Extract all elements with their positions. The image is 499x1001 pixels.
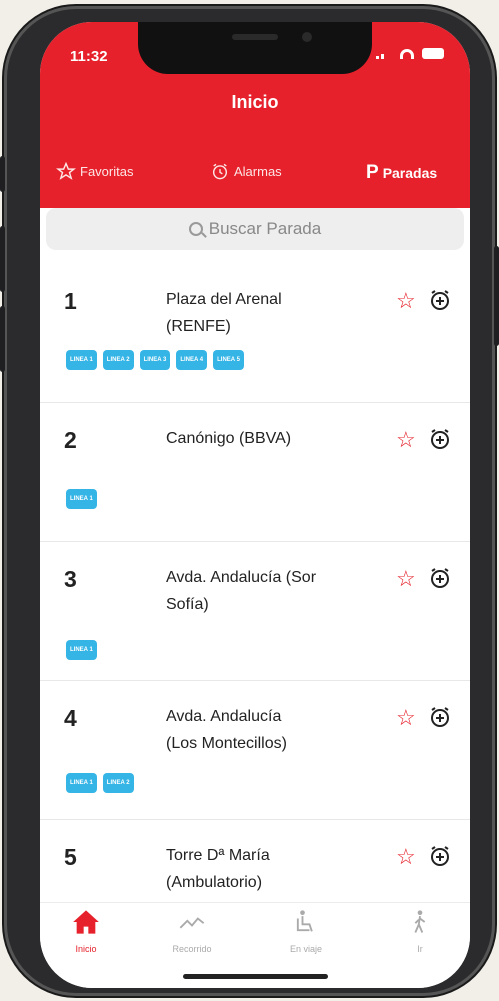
line-badges: LINEA 1 LINEA 2 — [66, 773, 134, 793]
camera — [302, 32, 312, 42]
nav-recorrido[interactable]: Recorrido — [152, 909, 232, 954]
seated-passenger-icon — [296, 910, 313, 932]
stop-row[interactable]: 3 Avda. Andalucía (Sor Sofía) ☆ LINEA 1 — [40, 542, 470, 681]
stop-number: 3 — [64, 566, 77, 592]
stop-row[interactable]: 2 Canónigo (BBVA) ☆ LINEA 1 — [40, 403, 470, 542]
favorite-star-icon[interactable]: ☆ — [396, 844, 416, 870]
nav-ir[interactable]: Ir — [380, 909, 460, 954]
tab-alarmas[interactable]: Alarmas — [210, 162, 282, 181]
line-badge[interactable]: LINEA 3 — [139, 350, 171, 370]
nav-inicio-label: Inicio — [75, 944, 97, 954]
line-badge[interactable]: LINEA 1 — [66, 773, 97, 793]
battery-icon — [422, 48, 444, 59]
line-badges: LINEA 1 — [66, 489, 97, 509]
line-badge[interactable]: LINEA 2 — [102, 773, 134, 793]
tab-favoritas-label: Favoritas — [80, 164, 134, 179]
speaker — [232, 34, 278, 40]
home-indicator[interactable] — [183, 974, 328, 979]
line-badges: LINEA 1 — [66, 640, 97, 660]
line-badges: LINEA 1 LINEA 2 LINEA 3 LINEA 4 LINEA 5 — [66, 350, 244, 370]
search-input[interactable]: Buscar Parada — [46, 208, 464, 250]
search-placeholder: Buscar Parada — [208, 219, 322, 238]
parking-p-icon: P — [366, 162, 379, 183]
favorite-star-icon[interactable]: ☆ — [396, 566, 416, 592]
tab-paradas-label: Paradas — [382, 165, 438, 181]
stop-name: Plaza del Arenal (RENFE) — [166, 291, 282, 335]
status-time: 11:32 — [70, 48, 108, 65]
add-alarm-icon[interactable] — [428, 566, 452, 590]
nav-inicio[interactable]: Inicio — [46, 909, 126, 954]
line-badge[interactable]: LINEA 1 — [66, 640, 97, 660]
app-screen: 11:32 Inicio Favoritas Alarmas P Paradas… — [40, 22, 470, 988]
nav-recorrido-label: Recorrido — [172, 944, 212, 954]
tab-alarmas-label: Alarmas — [234, 164, 282, 179]
tab-bar: Favoritas Alarmas P Paradas — [40, 162, 470, 192]
status-icons — [376, 48, 444, 59]
tab-paradas[interactable]: P Paradas — [366, 162, 437, 184]
stop-row[interactable]: 4 Avda. Andalucía (Los Montecillos) ☆ LIN… — [40, 681, 470, 820]
add-alarm-icon[interactable] — [428, 705, 452, 729]
star-outline-icon — [56, 162, 76, 180]
volume-down-button — [0, 306, 5, 372]
stop-number: 4 — [64, 705, 77, 731]
nav-en-viaje-label: En viaje — [289, 944, 323, 954]
add-alarm-icon[interactable] — [428, 844, 452, 868]
favorite-star-icon[interactable]: ☆ — [396, 288, 416, 314]
stops-list: 1 Plaza del Arenal (RENFE) ☆ LINEA 1 LINE… — [40, 264, 470, 959]
line-badge[interactable]: LINEA 5 — [213, 350, 244, 370]
add-alarm-icon[interactable] — [428, 288, 452, 312]
nav-en-viaje[interactable]: En viaje — [266, 909, 346, 954]
stop-number: 1 — [64, 288, 77, 314]
line-badge[interactable]: LINEA 1 — [66, 489, 97, 509]
nav-ir-label: Ir — [417, 944, 423, 954]
stop-name: Avda. Andalucía (Los Montecillos) — [166, 708, 287, 752]
line-badge[interactable]: LINEA 4 — [176, 350, 208, 370]
stop-number: 2 — [64, 427, 77, 453]
route-line-icon — [179, 917, 205, 929]
tab-favoritas[interactable]: Favoritas — [56, 162, 133, 181]
mute-switch — [0, 156, 5, 192]
add-alarm-icon[interactable] — [428, 427, 452, 451]
favorite-star-icon[interactable]: ☆ — [396, 427, 416, 453]
stop-name: Torre Dª María (Ambulatorio) — [166, 847, 270, 891]
search-icon — [188, 222, 203, 236]
favorite-star-icon[interactable]: ☆ — [396, 705, 416, 731]
alarm-clock-icon — [212, 163, 228, 180]
stop-number: 5 — [64, 844, 77, 870]
signal-icon — [376, 49, 392, 59]
wifi-icon — [400, 48, 414, 59]
stop-name: Avda. Andalucía (Sor Sofía) — [166, 569, 317, 613]
stop-name: Canónigo (BBVA) — [166, 430, 292, 447]
volume-up-button — [0, 226, 5, 292]
notch — [138, 22, 372, 74]
power-button — [494, 246, 499, 346]
page-title: Inicio — [231, 92, 279, 112]
line-badge[interactable]: LINEA 2 — [102, 350, 134, 370]
line-badge[interactable]: LINEA 1 — [66, 350, 97, 370]
stop-row[interactable]: 1 Plaza del Arenal (RENFE) ☆ LINEA 1 LINE… — [40, 264, 470, 403]
home-icon — [73, 910, 99, 934]
walking-person-icon — [414, 910, 426, 933]
